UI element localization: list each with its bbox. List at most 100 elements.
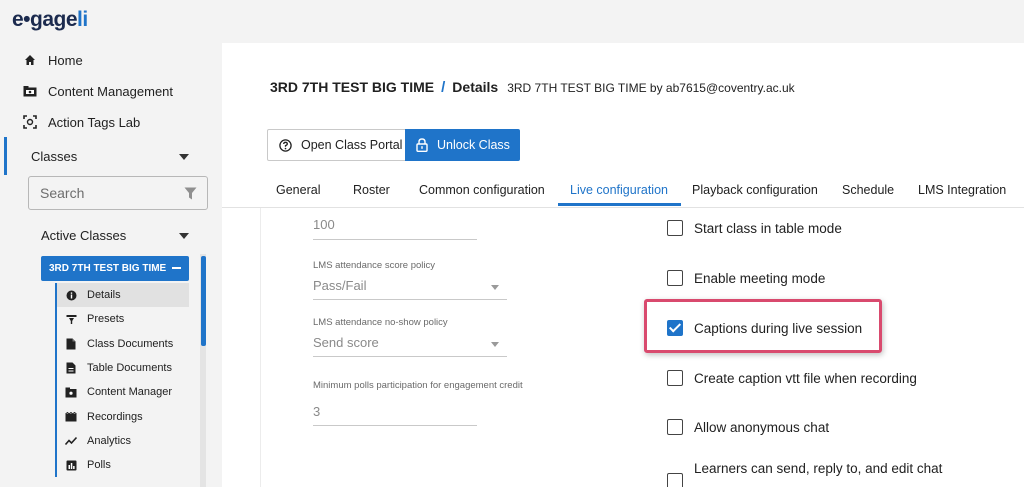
info-icon: [65, 289, 77, 301]
search-placeholder: Search: [40, 185, 85, 201]
field-underline: [313, 356, 507, 357]
class-search-input[interactable]: Search: [28, 176, 208, 210]
live-configuration-form: 100 LMS attendance score policy Pass/Fai…: [260, 208, 1024, 487]
filter-icon[interactable]: [184, 187, 197, 203]
caption-vtt-checkbox-row[interactable]: Create caption vtt file when recording: [667, 370, 917, 386]
nav-item-content-management[interactable]: Content Management: [22, 81, 173, 101]
breadcrumb: 3RD 7TH TEST BIG TIME / Details 3RD 7TH …: [270, 79, 795, 96]
sub-item-class-documents[interactable]: Class Documents: [57, 332, 189, 356]
meeting-mode-checkbox[interactable]: [667, 270, 683, 286]
nav-label: Action Tags Lab: [48, 114, 141, 130]
sub-item-content-manager[interactable]: Content Manager: [57, 380, 189, 404]
tab-label: Schedule: [842, 182, 895, 197]
anonymous-chat-checkbox-row[interactable]: Allow anonymous chat: [667, 419, 829, 435]
checkbox-label: Enable meeting mode: [694, 270, 826, 286]
classes-section-toggle[interactable]: Classes: [4, 137, 208, 175]
chevron-down-icon[interactable]: [179, 154, 189, 160]
chevron-down-icon[interactable]: [179, 233, 189, 239]
class-sub-menu: Details Presets Class Documents Table Do…: [55, 283, 189, 478]
nav-label: Content Management: [48, 83, 174, 99]
lock-icon: [416, 138, 428, 152]
active-tab-indicator: [558, 203, 681, 206]
sidebar: e•gageli Home Content Management Action …: [0, 0, 222, 487]
sub-item-label: Presets: [87, 313, 125, 326]
scan-icon: [22, 114, 38, 130]
breadcrumb-class-name[interactable]: 3RD 7TH TEST BIG TIME: [270, 79, 434, 95]
sub-item-presets[interactable]: Presets: [57, 307, 189, 331]
active-classes-toggle[interactable]: Active Classes: [41, 228, 126, 243]
sub-item-label: Polls: [87, 459, 111, 472]
chevron-down-icon[interactable]: [491, 342, 499, 347]
selected-class-label: 3RD 7TH TEST BIG TIME: [49, 263, 167, 274]
classes-label: Classes: [31, 148, 78, 164]
class-owner-text: 3RD 7TH TEST BIG TIME by ab7615@coventry…: [507, 81, 795, 95]
sub-item-analytics[interactable]: Analytics: [57, 429, 189, 453]
logo-text: e•gage: [12, 8, 78, 31]
home-icon: [22, 52, 38, 68]
learner-chat-checkbox[interactable]: [667, 473, 683, 487]
tab-label: General: [276, 182, 321, 197]
top-field-value[interactable]: 100: [313, 217, 335, 232]
page-title: Details: [452, 79, 499, 95]
collapse-icon[interactable]: [172, 267, 181, 269]
checkbox-label: Learners can send, reply to, and edit ch…: [694, 461, 943, 476]
table-mode-checkbox-row[interactable]: Start class in table mode: [667, 220, 842, 236]
learner-chat-checkbox-row[interactable]: Learners can send, reply to, and edit ch…: [667, 461, 942, 487]
open-class-portal-button[interactable]: Open Class Portal: [267, 129, 406, 161]
folder-icon: [22, 83, 38, 99]
breadcrumb-separator: /: [441, 79, 446, 96]
tab-schedule[interactable]: Schedule: [842, 171, 894, 208]
tab-lms-integration[interactable]: LMS Integration: [918, 171, 1006, 208]
sidebar-scrollbar-thumb[interactable]: [201, 256, 206, 346]
sub-item-table-documents[interactable]: Table Documents: [57, 356, 189, 380]
selected-class-item[interactable]: 3RD 7TH TEST BIG TIME: [41, 256, 189, 281]
tab-label: Playback configuration: [692, 182, 818, 197]
checkbox-label: Allow anonymous chat: [694, 419, 830, 435]
min-polls-label: Minimum polls participation for engageme…: [313, 380, 523, 391]
tab-common-configuration[interactable]: Common configuration: [419, 171, 545, 208]
attendance-policy-label: LMS attendance score policy: [313, 260, 435, 271]
attendance-policy-select[interactable]: Pass/Fail: [313, 278, 366, 293]
sub-item-label: Table Documents: [87, 362, 172, 375]
polls-icon: [65, 459, 77, 471]
help-circle-icon: [279, 138, 292, 152]
open-class-portal-label: Open Class Portal: [301, 138, 403, 152]
tab-label: LMS Integration: [918, 182, 1007, 197]
captions-checkbox[interactable]: [667, 320, 683, 336]
field-underline: [313, 299, 507, 300]
sub-item-recordings[interactable]: Recordings: [57, 404, 189, 428]
sub-item-label: Analytics: [87, 434, 132, 447]
meeting-mode-checkbox-row[interactable]: Enable meeting mode: [667, 270, 825, 286]
field-underline: [313, 425, 477, 426]
no-show-policy-select[interactable]: Send score: [313, 335, 379, 350]
no-show-policy-label: LMS attendance no-show policy: [313, 317, 448, 328]
main-panel: 3RD 7TH TEST BIG TIME / Details 3RD 7TH …: [222, 43, 1024, 487]
sub-item-label: Content Manager: [87, 386, 172, 399]
nav-item-home[interactable]: Home: [22, 50, 83, 70]
captions-checkbox-row[interactable]: Captions during live session: [667, 320, 862, 336]
nav-label: Home: [48, 52, 83, 68]
app-window: e•gageli Home Content Management Action …: [0, 0, 1024, 487]
tab-general[interactable]: General: [276, 171, 320, 208]
tab-label: Common configuration: [419, 182, 545, 197]
table-mode-checkbox[interactable]: [667, 220, 683, 236]
checkbox-label: Start class in table mode: [694, 220, 842, 236]
sub-item-label: Recordings: [87, 410, 143, 423]
caption-vtt-checkbox[interactable]: [667, 370, 683, 386]
anonymous-chat-checkbox[interactable]: [667, 419, 683, 435]
engageli-logo[interactable]: e•gageli: [12, 8, 88, 32]
active-classes-label: Active Classes: [41, 228, 127, 243]
sub-item-polls[interactable]: Polls: [57, 453, 189, 477]
nav-item-action-tags-lab[interactable]: Action Tags Lab: [22, 112, 140, 132]
document-icon: [65, 338, 77, 350]
sub-item-label: Details: [87, 289, 121, 302]
chevron-down-icon[interactable]: [491, 285, 499, 290]
field-underline: [313, 239, 477, 240]
tab-label: Live configuration: [570, 182, 668, 197]
tab-playback-configuration[interactable]: Playback configuration: [692, 171, 818, 208]
sub-item-details[interactable]: Details: [57, 283, 189, 308]
unlock-class-button[interactable]: Unlock Class: [405, 129, 520, 161]
analytics-icon: [65, 435, 77, 447]
tab-roster[interactable]: Roster: [353, 171, 390, 208]
min-polls-input[interactable]: 3: [313, 404, 320, 419]
